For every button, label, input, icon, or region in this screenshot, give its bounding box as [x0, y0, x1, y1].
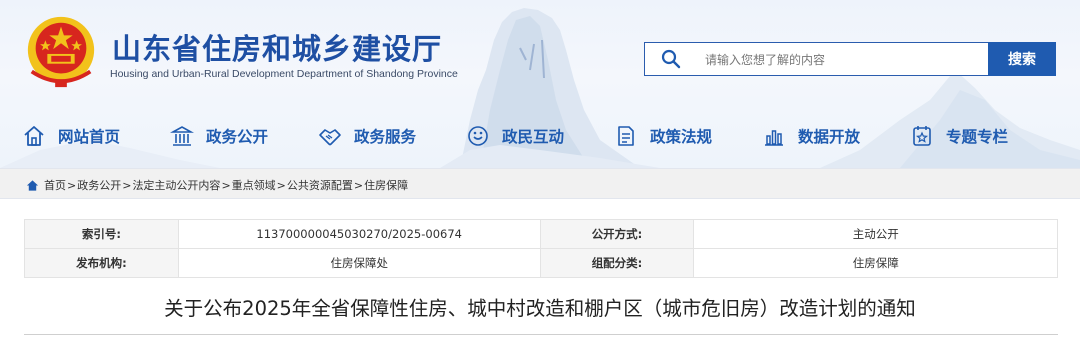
nav-item-government-affairs[interactable]: 政务公开 [170, 118, 268, 154]
breadcrumb: 首页 > 政务公开 > 法定主动公开内容 > 重点领域 > 公共资源配置 > 住房保障 [26, 177, 408, 193]
handshake-icon [319, 129, 341, 146]
nav-item-label: 政务公开 [206, 128, 269, 146]
nav-item-services[interactable]: 政务服务 [318, 118, 416, 154]
topic-icon [913, 126, 931, 146]
search-box: 搜索 [644, 42, 1056, 77]
breadcrumb-separator: > [67, 178, 77, 192]
header-banner: 山东省住房和城乡建设厅 Housing and Urban-Rural Deve… [0, 0, 1080, 168]
main-nav: 网站首页 政务公开 政务服务 政民互动 政策法规 数据开放 专题专栏 [0, 118, 1080, 154]
nav-item-label: 数据开放 [798, 128, 861, 146]
meta-issuer-value: 住房保障处 [177, 248, 541, 278]
nav-item-label: 网站首页 [58, 128, 121, 146]
search-button[interactable]: 搜索 [988, 42, 1056, 76]
breadcrumb-link-key-areas[interactable]: 重点领域 [232, 177, 276, 193]
nav-item-home[interactable]: 网站首页 [22, 118, 120, 154]
nav-item-policies[interactable]: 政策法规 [614, 118, 712, 154]
nav-item-label: 政策法规 [650, 128, 713, 146]
interaction-icon [468, 126, 488, 146]
breadcrumb-link-statutory-disclosure[interactable]: 法定主动公开内容 [132, 177, 220, 193]
search-icon [661, 49, 681, 69]
title-divider [24, 334, 1058, 335]
home-icon [24, 126, 44, 146]
national-emblem-icon [27, 16, 95, 88]
table-row: 发布机构: 住房保障处 组配分类: 住房保障 [24, 248, 1058, 278]
nav-item-open-data[interactable]: 数据开放 [762, 118, 860, 154]
article-title: 关于公布2025年全省保障性住房、城中村改造和棚户区（城市危旧房）改造计划的通知 [164, 297, 916, 320]
breadcrumb-bar: 首页 > 政务公开 > 法定主动公开内容 > 重点领域 > 公共资源配置 > 住房保障 [0, 168, 1080, 199]
government-building-icon [170, 126, 194, 146]
meta-issuer-label: 发布机构: [24, 248, 179, 278]
table-row: 索引号: 113700000045030270/2025-00674 公开方式:… [24, 219, 1058, 249]
meta-index-value: 113700000045030270/2025-00674 [177, 219, 541, 249]
nav-item-topics[interactable]: 专题专栏 [910, 118, 1008, 154]
search-input[interactable] [703, 43, 977, 77]
document-meta-table: 索引号: 113700000045030270/2025-00674 公开方式:… [24, 219, 1058, 278]
nav-item-label: 专题专栏 [946, 128, 1009, 146]
breadcrumb-link-housing-security[interactable]: 住房保障 [364, 177, 408, 193]
meta-category-label: 组配分类: [539, 248, 695, 278]
site-title[interactable]: 山东省住房和城乡建设厅 [112, 26, 442, 68]
nav-item-interaction[interactable]: 政民互动 [466, 118, 564, 154]
breadcrumb-link-home[interactable]: 首页 [44, 177, 66, 193]
breadcrumb-link-government-affairs[interactable]: 政务公开 [77, 177, 121, 193]
breadcrumb-separator: > [353, 178, 364, 192]
meta-publish-mode-label: 公开方式: [539, 219, 695, 249]
meta-category-value: 住房保障 [693, 248, 1058, 278]
breadcrumb-separator: > [276, 178, 286, 192]
breadcrumb-separator: > [221, 178, 231, 192]
data-chart-icon [765, 130, 783, 146]
nav-item-label: 政务服务 [354, 128, 417, 146]
document-icon [618, 126, 634, 146]
site-subtitle: Housing and Urban-Rural Development Depa… [110, 68, 458, 80]
meta-index-label: 索引号: [24, 219, 179, 249]
nav-item-label: 政民互动 [502, 128, 565, 146]
home-icon [26, 179, 39, 191]
meta-publish-mode-value: 主动公开 [693, 219, 1058, 249]
breadcrumb-separator: > [122, 178, 132, 192]
breadcrumb-link-public-resources[interactable]: 公共资源配置 [287, 177, 353, 193]
